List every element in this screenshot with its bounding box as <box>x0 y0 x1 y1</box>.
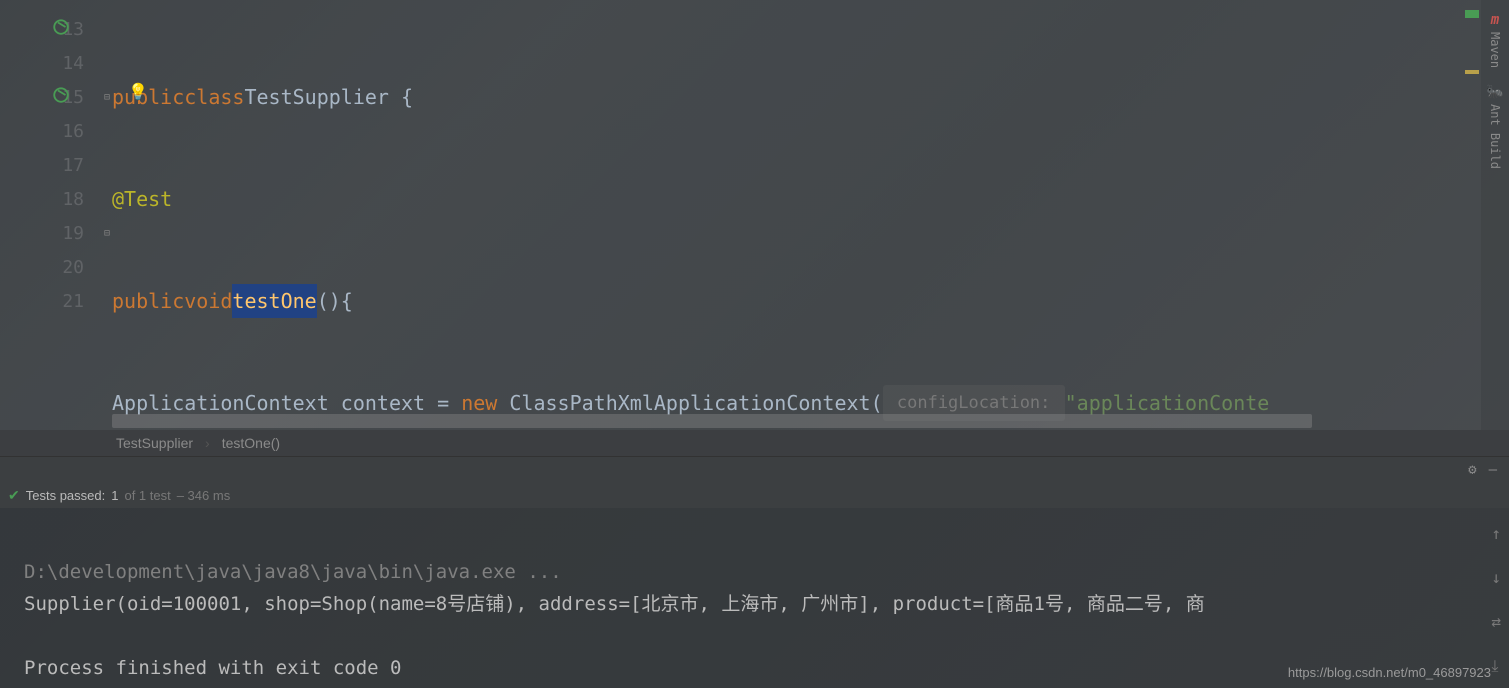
breadcrumb-method[interactable]: testOne() <box>222 435 280 451</box>
intention-bulb-icon[interactable]: 💡 <box>128 82 148 101</box>
right-tool-sidebar: m Maven 🐜 Ant Build <box>1481 0 1509 430</box>
editor-area: 13 14 15 ⊟ 16 17 18 19 ⊟ 20 <box>0 0 1509 430</box>
tool-window-header: ⚙ — <box>0 456 1509 482</box>
code-line-14[interactable]: @Test <box>112 182 1509 216</box>
gutter: 13 14 15 ⊟ 16 17 18 19 ⊟ 20 <box>0 0 112 430</box>
maven-tool-tab[interactable]: m Maven <box>1486 4 1504 76</box>
soft-wrap-icon[interactable]: ⇄ <box>1491 606 1501 638</box>
hide-icon[interactable]: — <box>1489 462 1497 478</box>
test-passed-count: 1 <box>111 488 118 503</box>
gutter-line-13[interactable]: 13 <box>0 12 112 46</box>
code-line-13[interactable]: public class TestSupplier { <box>112 80 1509 114</box>
line-number: 21 <box>62 291 84 312</box>
test-total: of 1 test <box>124 488 170 503</box>
line-number: 18 <box>62 189 84 210</box>
fold-end-icon[interactable]: ⊟ <box>104 228 110 239</box>
inspection-warn-marker[interactable] <box>1465 70 1479 74</box>
chevron-right-icon: › <box>205 435 210 451</box>
scroll-up-icon[interactable]: ↑ <box>1491 518 1501 550</box>
watermark: https://blog.csdn.net/m0_46897923 <box>1288 665 1491 680</box>
inspection-ok-marker <box>1465 10 1479 18</box>
run-test-icon[interactable] <box>52 86 70 108</box>
scroll-down-icon[interactable]: ↓ <box>1491 562 1501 594</box>
gutter-line-21[interactable]: 21 <box>0 284 112 318</box>
fold-icon[interactable]: ⊟ <box>104 92 110 103</box>
console-controls: ↑ ↓ ⇄ ⤓ <box>1491 518 1501 682</box>
program-output: Supplier(oid=100001, shop=Shop(name=8号店铺… <box>24 593 1205 615</box>
code-line-15[interactable]: public void testOne(){ <box>112 284 1509 318</box>
gutter-line-17[interactable]: 17 <box>0 148 112 182</box>
console-output[interactable]: D:\development\java\java8\java\bin\java.… <box>0 508 1509 688</box>
test-time: – 346 ms <box>177 488 230 503</box>
check-icon: ✔ <box>8 487 20 504</box>
test-status-label: Tests passed: <box>26 488 106 503</box>
gear-icon[interactable]: ⚙ <box>1468 462 1476 478</box>
line-number: 17 <box>62 155 84 176</box>
gutter-line-18[interactable]: 18 <box>0 182 112 216</box>
line-number: 16 <box>62 121 84 142</box>
gutter-line-19[interactable]: 19 ⊟ <box>0 216 112 250</box>
exit-message: Process finished with exit code 0 <box>24 657 402 679</box>
horizontal-scrollbar[interactable] <box>112 414 1312 428</box>
line-number: 20 <box>62 257 84 278</box>
breadcrumb-class[interactable]: TestSupplier <box>116 435 193 451</box>
ant-icon: 🐜 <box>1486 84 1503 100</box>
ant-tool-tab[interactable]: 🐜 Ant Build <box>1484 76 1505 177</box>
gutter-line-14[interactable]: 14 <box>0 46 112 80</box>
gutter-line-20[interactable]: 20 <box>0 250 112 284</box>
run-test-icon[interactable] <box>52 18 70 40</box>
gutter-line-16[interactable]: 16 <box>0 114 112 148</box>
java-exec-path: D:\development\java\java8\java\bin\java.… <box>24 561 562 583</box>
method-name-selection: testOne <box>232 284 316 318</box>
code-area[interactable]: public class TestSupplier { @Test public… <box>112 0 1509 430</box>
breadcrumb: TestSupplier › testOne() <box>0 430 1509 456</box>
line-number: 19 <box>62 223 84 244</box>
line-number: 14 <box>62 53 84 74</box>
scroll-to-end-icon[interactable]: ⤓ <box>1491 650 1501 682</box>
maven-icon: m <box>1491 12 1499 28</box>
test-status-bar: ✔ Tests passed: 1 of 1 test – 346 ms <box>0 482 1509 508</box>
gutter-line-15[interactable]: 15 ⊟ <box>0 80 112 114</box>
